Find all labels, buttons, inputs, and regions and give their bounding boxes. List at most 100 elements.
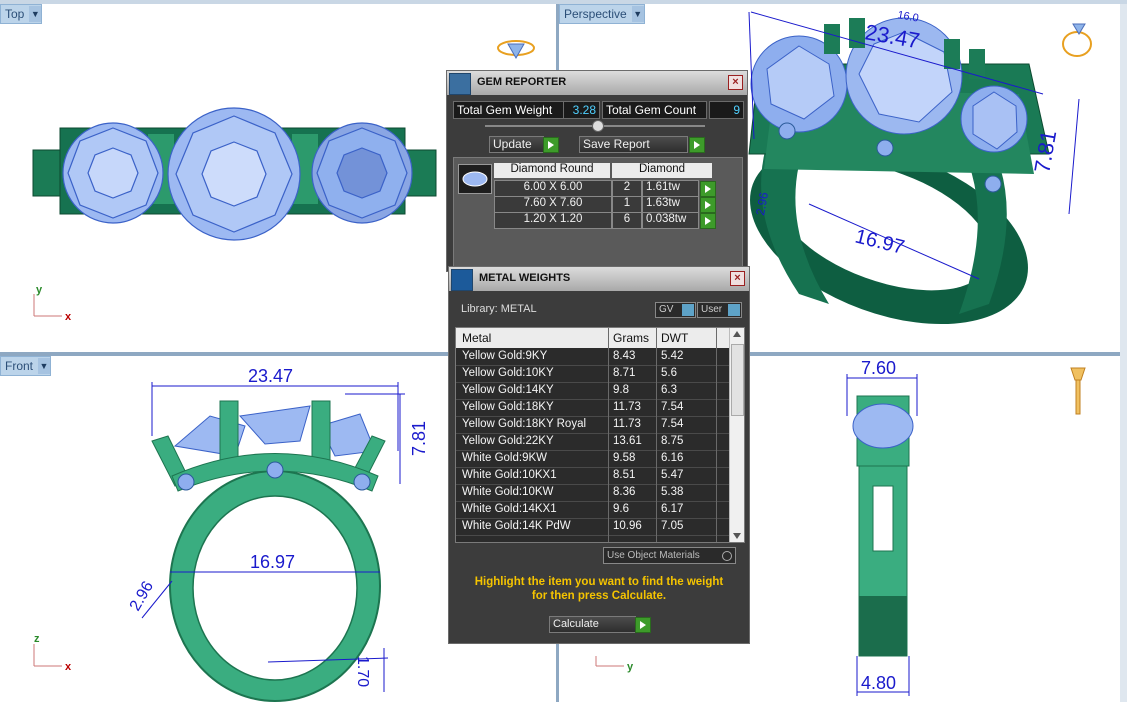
update-button[interactable]: Update: [489, 136, 544, 153]
svg-text:x: x: [65, 661, 72, 673]
metal-cell-metal: Yellow Gold:10KY: [462, 367, 554, 379]
metal-cell-grams: 11.73: [613, 418, 641, 430]
scroll-thumb[interactable]: [731, 344, 744, 416]
metal-cell-grams: 8.51: [613, 469, 636, 481]
library-label: Library: METAL: [461, 303, 537, 315]
metal-cell-dwt: 5.42: [661, 350, 684, 362]
ring-view-icon: [1062, 23, 1092, 57]
svg-text:16.97: 16.97: [250, 552, 295, 572]
instruction-text: Highlight the item you want to find the …: [474, 576, 724, 602]
metal-cell-metal: Yellow Gold:9KY: [462, 350, 548, 362]
metal-weights-titlebar[interactable]: METAL WEIGHTS ×: [449, 267, 749, 291]
gem-reporter-panel: GEM REPORTER × Total Gem Weight 3.28 Tot…: [446, 70, 748, 272]
diamond-round-icon: [458, 164, 492, 194]
metal-row[interactable]: Yellow Gold:18KY 11.73 7.54: [456, 400, 730, 417]
row-go-icon[interactable]: [700, 213, 716, 229]
user-toggle[interactable]: User: [697, 302, 742, 318]
metal-row[interactable]: Yellow Gold:14KY 9.8 6.3: [456, 383, 730, 400]
total-gem-weight-value: 3.28: [563, 101, 600, 119]
chevron-down-icon[interactable]: ▼: [29, 6, 42, 22]
gv-toggle[interactable]: GV: [655, 302, 696, 318]
scroll-up-icon[interactable]: [733, 331, 741, 337]
metal-row[interactable]: Yellow Gold:9KY 8.43 5.42: [456, 349, 730, 366]
metal-row[interactable]: White Gold:10KX1 8.51 5.47: [456, 468, 730, 485]
viewport-label-front[interactable]: Front ▼: [0, 356, 52, 376]
metal-row[interactable]: Yellow Gold:22KY 13.61 8.75: [456, 434, 730, 451]
metal-cell-dwt: 8.75: [661, 435, 684, 447]
save-report-go-icon[interactable]: [689, 137, 705, 153]
column-divider: [656, 328, 657, 542]
svg-text:7.60: 7.60: [861, 358, 896, 378]
metal-cell-grams: 9.8: [613, 384, 629, 396]
update-go-icon[interactable]: [543, 137, 559, 153]
metal-table-header: Metal Grams DWT: [456, 328, 730, 348]
close-icon[interactable]: ×: [730, 271, 745, 286]
ring-view-icon: [1070, 367, 1086, 415]
front-axis-indicator: z x: [33, 633, 72, 673]
gem-header-shape: Diamond Round: [494, 163, 610, 178]
metal-row[interactable]: White Gold:10KW 8.36 5.38: [456, 485, 730, 502]
metal-cell-metal: Yellow Gold:18KY: [462, 401, 554, 413]
svg-text:23.47: 23.47: [248, 366, 293, 386]
metal-cell-dwt: 7.54: [661, 418, 684, 430]
metal-weights-icon: [451, 269, 473, 291]
svg-text:4.80: 4.80: [861, 673, 896, 693]
gem-report-icon: [449, 73, 471, 95]
gem-header-material: Diamond: [612, 163, 712, 178]
toggle-icon: [682, 304, 694, 316]
metal-cell-grams: 10.96: [613, 520, 642, 532]
metal-table[interactable]: Metal Grams DWT Yellow Gold:9KY 8.43 5.42 Y…: [455, 327, 745, 543]
ring-view-icon: [497, 40, 535, 60]
column-divider: [608, 328, 609, 542]
metal-cell-grams: 8.43: [613, 350, 636, 362]
chevron-down-icon[interactable]: ▼: [631, 6, 644, 22]
svg-text:z: z: [34, 633, 40, 645]
close-icon[interactable]: ×: [728, 75, 743, 90]
metal-cell-grams: 11.73: [613, 401, 641, 413]
calculate-button[interactable]: Calculate: [549, 616, 636, 633]
column-divider: [716, 328, 717, 542]
metal-row[interactable]: White Gold:9KW 9.58 6.16: [456, 451, 730, 468]
metal-cell-grams: 9.58: [613, 452, 636, 464]
metal-cell-metal: White Gold:14KX1: [462, 503, 557, 515]
tabstrip-top: [0, 0, 1127, 4]
top-gem-right: [311, 122, 413, 224]
viewport-border-right: [1120, 0, 1127, 702]
total-gem-weight-label: Total Gem Weight: [453, 101, 564, 119]
metal-row[interactable]: White Gold:14KX1 9.6 6.17: [456, 502, 730, 519]
save-report-button[interactable]: Save Report: [579, 136, 688, 153]
metal-weights-panel: METAL WEIGHTS × Library: METAL GV User M…: [448, 266, 750, 644]
metal-cell-metal: Yellow Gold:14KY: [462, 384, 554, 396]
viewport-label-top[interactable]: Top ▼: [0, 4, 43, 24]
row-go-icon[interactable]: [700, 197, 716, 213]
metal-cell-grams: 9.6: [613, 503, 629, 515]
metal-cell-metal: White Gold:14K PdW: [462, 520, 571, 532]
svg-text:y: y: [36, 284, 43, 296]
total-gem-count-label: Total Gem Count: [602, 101, 707, 119]
scroll-down-icon[interactable]: [733, 533, 741, 539]
radio-icon: [722, 551, 732, 561]
svg-text:2.96: 2.96: [127, 578, 157, 614]
metal-row[interactable]: Yellow Gold:10KY 8.71 5.6: [456, 366, 730, 383]
chevron-down-icon[interactable]: ▼: [38, 358, 51, 374]
viewport-label-perspective[interactable]: Perspective ▼: [559, 4, 645, 24]
metal-row[interactable]: White Gold:14K PdW 10.96 7.05: [456, 519, 730, 536]
row-go-icon[interactable]: [700, 181, 716, 197]
svg-text:7.81: 7.81: [409, 421, 429, 456]
metal-cell-metal: Yellow Gold:18KY Royal: [462, 418, 587, 430]
calculate-go-icon[interactable]: [635, 617, 651, 633]
metal-cell-metal: Yellow Gold:22KY: [462, 435, 554, 447]
metal-table-scrollbar[interactable]: [729, 328, 744, 542]
svg-text:x: x: [65, 311, 72, 323]
metal-cell-grams: 13.61: [613, 435, 642, 447]
metal-cell-dwt: 7.54: [661, 401, 684, 413]
metal-cell-grams: 8.36: [613, 486, 636, 498]
total-gem-count-value: 9: [709, 101, 744, 119]
use-object-materials-toggle[interactable]: Use Object Materials: [603, 547, 736, 564]
gem-table: Diamond Round Diamond 6.00 X 6.00 2 1.61…: [453, 157, 743, 269]
gem-slider-handle[interactable]: [592, 120, 604, 132]
metal-cell-dwt: 6.17: [661, 503, 684, 515]
gem-reporter-titlebar[interactable]: GEM REPORTER ×: [447, 71, 747, 95]
metal-row[interactable]: Yellow Gold:18KY Royal 11.73 7.54: [456, 417, 730, 434]
metal-cell-dwt: 5.6: [661, 367, 677, 379]
